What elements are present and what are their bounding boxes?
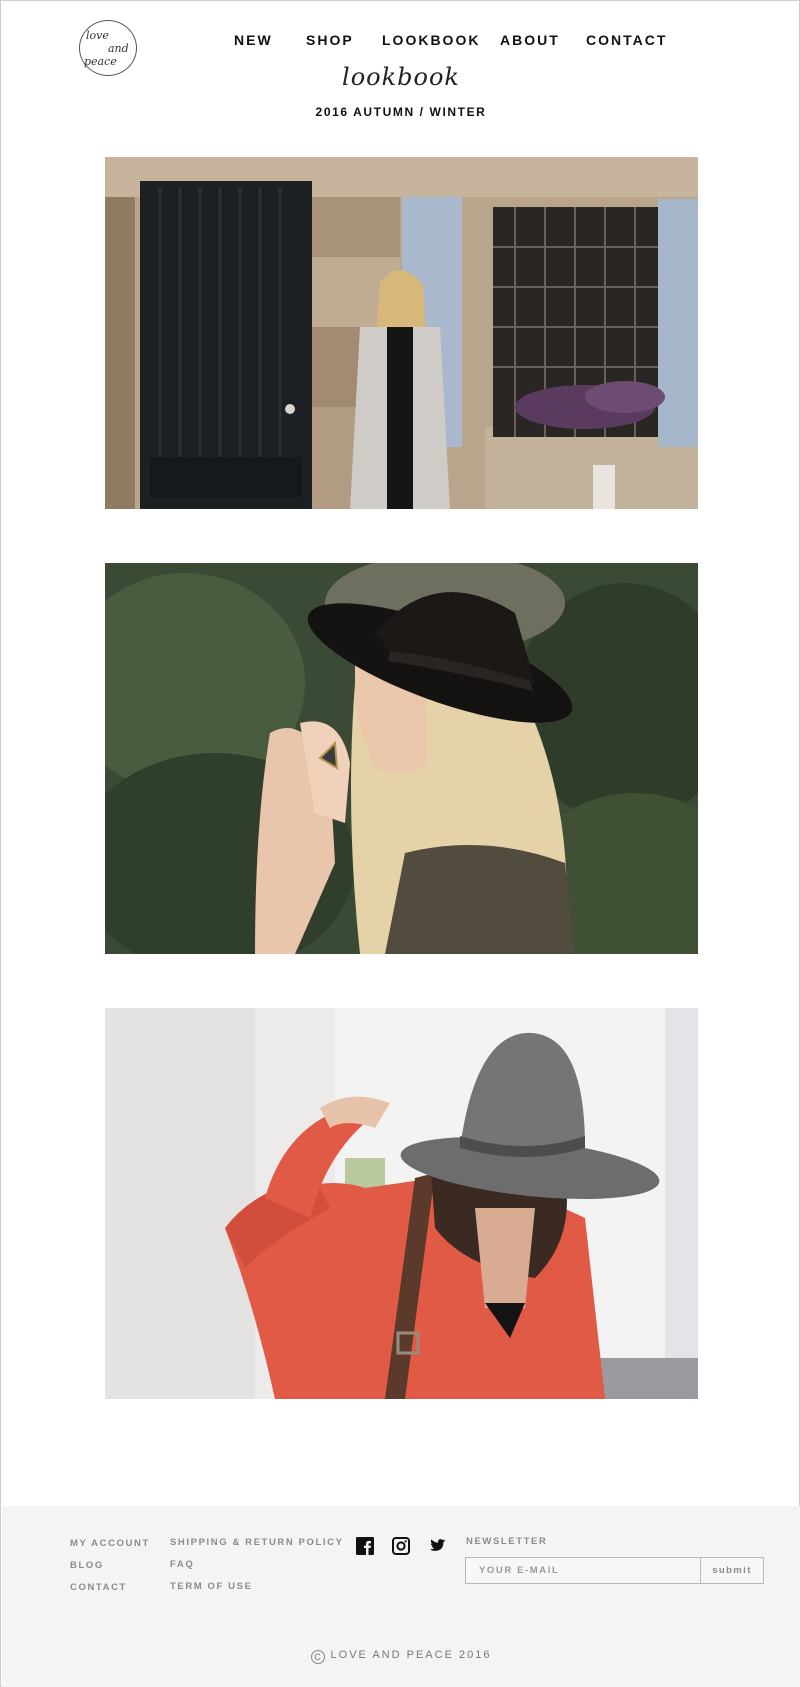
main-nav: NEW SHOP LOOKBOOK ABOUT CONTACT [1, 32, 800, 52]
page-frame: love and peace NEW SHOP LOOKBOOK ABOUT C… [0, 0, 800, 1687]
page-script-title: lookbook [342, 63, 460, 91]
footer-link-blog[interactable]: BLOG [70, 1560, 104, 1571]
newsletter-label: NEWSLETTER [466, 1536, 548, 1547]
nav-item-new[interactable]: NEW [234, 32, 273, 48]
lookbook-photo-2 [105, 563, 698, 954]
site-footer: MY ACCOUNT BLOG CONTACT SHIPPING & RETUR… [2, 1506, 800, 1687]
nav-item-about[interactable]: ABOUT [500, 32, 560, 48]
footer-link-faq[interactable]: FAQ [170, 1559, 194, 1570]
facebook-icon[interactable] [356, 1537, 374, 1555]
photo-woman-by-doorway [105, 157, 698, 509]
page-subtitle: 2016 AUTUMN / WINTER [315, 105, 487, 119]
footer-link-shipping[interactable]: SHIPPING & RETURN POLICY [170, 1537, 344, 1548]
photo-woman-black-hat [105, 563, 698, 954]
lookbook-photo-1 [105, 157, 698, 509]
nav-item-lookbook[interactable]: LOOKBOOK [382, 32, 480, 48]
footer-link-contact[interactable]: CONTACT [70, 1582, 127, 1593]
twitter-icon[interactable] [428, 1537, 446, 1555]
newsletter-email-input[interactable] [465, 1557, 701, 1584]
footer-link-my-account[interactable]: MY ACCOUNT [70, 1538, 150, 1549]
copyright: C LOVE AND PEACE 2016 [2, 1649, 800, 1664]
copyright-icon: C [310, 1650, 325, 1664]
nav-item-shop[interactable]: SHOP [306, 32, 354, 48]
copyright-text: LOVE AND PEACE 2016 [330, 1649, 492, 1661]
photo-woman-grey-hat [105, 1008, 698, 1399]
footer-link-terms[interactable]: TERM OF USE [170, 1581, 253, 1592]
nav-item-contact[interactable]: CONTACT [586, 32, 667, 48]
instagram-icon[interactable] [392, 1537, 410, 1555]
lookbook-photo-3 [105, 1008, 698, 1399]
newsletter-submit-button[interactable]: submit [700, 1557, 764, 1584]
